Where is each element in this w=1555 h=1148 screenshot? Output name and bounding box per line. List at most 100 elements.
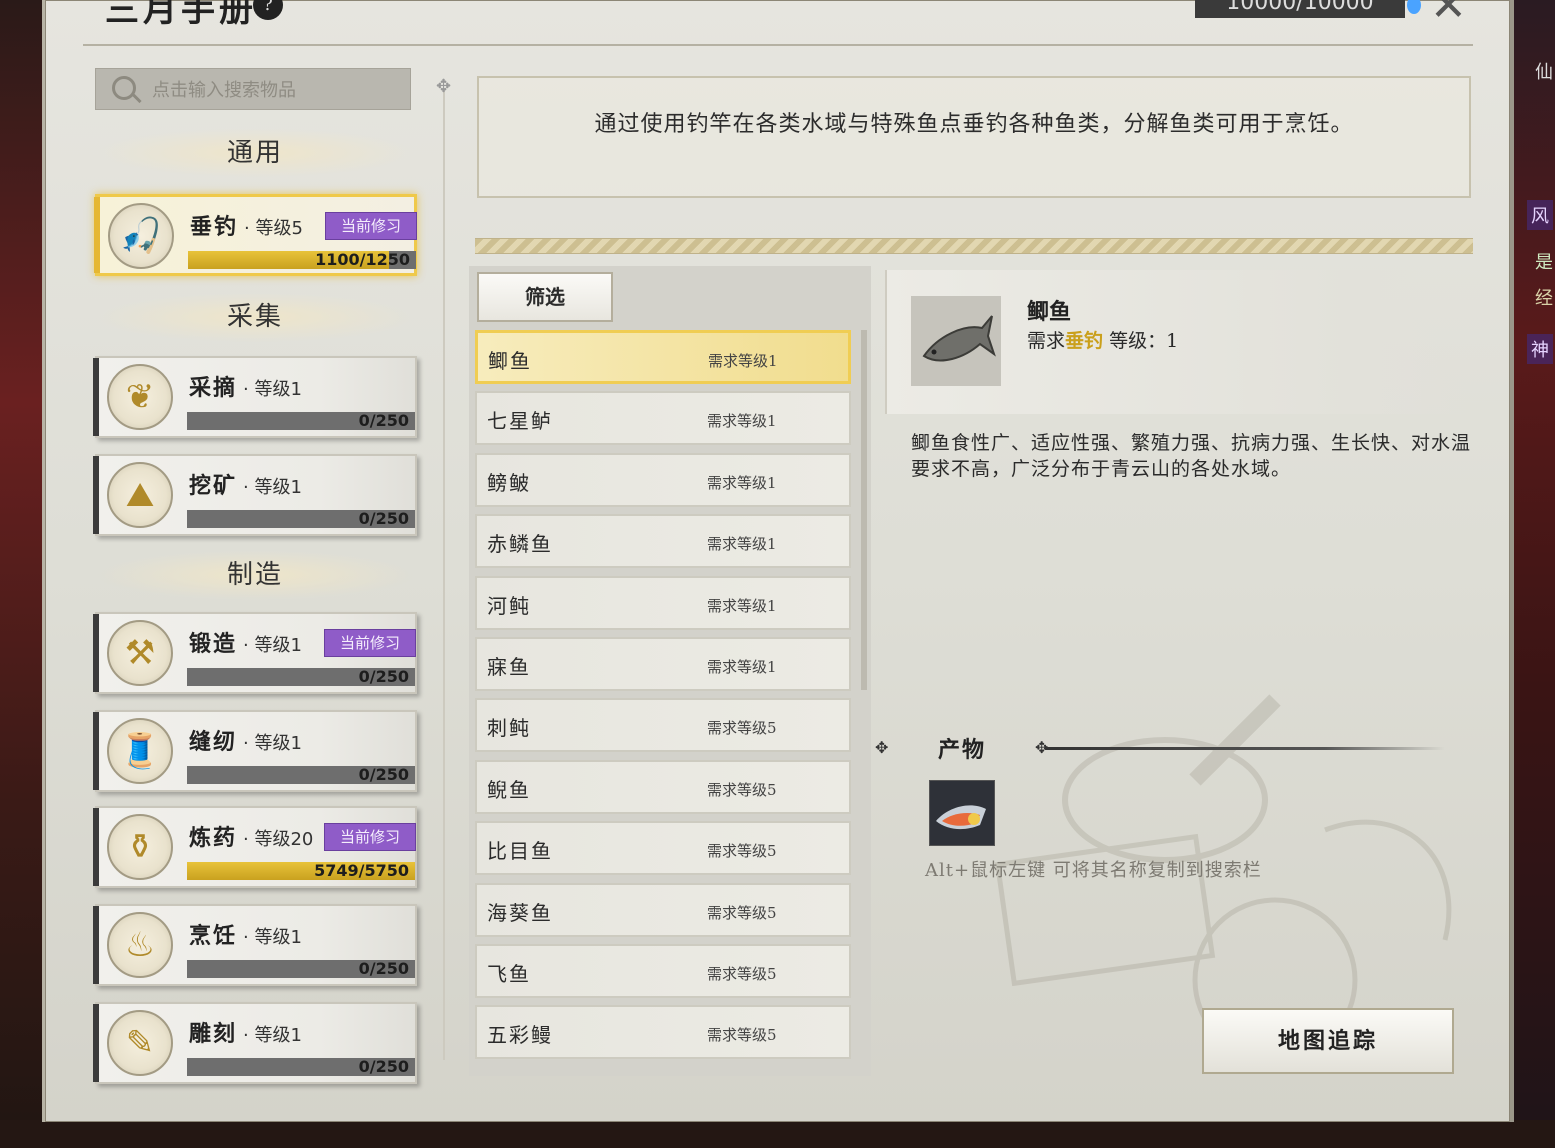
herb-icon: ❦ (107, 364, 173, 430)
skill-card[interactable]: ❦ 采摘 · 等级1 0/250 (93, 356, 417, 438)
profession-panel: 三月手册 ? 10000/10000 ✕ 通用 采集 制造 🎣垂钓· 等级5当前… (42, 0, 1514, 1122)
fish-name: 五彩鳗 (487, 1023, 553, 1048)
skill-card[interactable]: 🧵 缝纫 · 等级1 0/250 (93, 710, 417, 792)
skill-progress-text: 5749/5750 (314, 861, 409, 880)
help-icon[interactable]: ? (253, 0, 283, 20)
list-item[interactable]: 河鲀 需求等级1 (475, 575, 851, 630)
skill-card-accent (93, 456, 99, 534)
side-label: 经 (1535, 288, 1553, 309)
list-item[interactable]: 刺鲀 需求等级5 (475, 698, 851, 753)
fish-requirement: 需求等级1 (708, 352, 778, 370)
skill-name: 缝纫 (189, 729, 238, 755)
skill-progress-bar: 0/250 (187, 766, 415, 784)
skill-level: · 等级1 (243, 635, 302, 656)
list-scrollbar[interactable] (861, 330, 867, 690)
list-item[interactable]: 鲵鱼 需求等级5 (475, 759, 851, 814)
search-icon (112, 76, 136, 100)
fish-name: 鲫鱼 (488, 349, 532, 373)
profession-description: 通过使用钓竿在各类水域与特殊鱼点垂钓各种鱼类，分解鱼类可用于烹饪。 (477, 76, 1471, 198)
fish-name: 鳑鲏 (487, 470, 531, 495)
divider-ornament-icon: ✥ (436, 76, 452, 97)
list-item[interactable]: 鲫鱼 需求等级1 (475, 330, 851, 384)
fish-name: 刺鲀 (487, 716, 531, 741)
skill-progress-text: 1100/1250 (315, 250, 410, 269)
current-study-badge: 当前修习 (324, 629, 416, 657)
search-box (95, 68, 411, 111)
fish-name: 海葵鱼 (487, 900, 553, 925)
skill-name: 锻造 (189, 631, 238, 657)
skill-progress-text: 0/250 (358, 411, 409, 430)
fish-fillet-image (936, 805, 986, 830)
fish-fillet-icon[interactable] (929, 780, 995, 846)
skill-name: 雕刻 (189, 1021, 238, 1047)
filter-button[interactable]: 筛选 (477, 272, 613, 322)
list-item[interactable]: 五彩鳗 需求等级5 (475, 1005, 851, 1060)
skill-progress-text: 0/250 (358, 765, 409, 784)
skill-card[interactable]: 🎣 垂钓 · 等级5 当前修习 1100/1250 (94, 194, 417, 276)
fish-list: 筛选 鲫鱼 需求等级1 七星鲈 需求等级1 鳑鲏 需求等级1 赤鳞鱼 需求等级1 河鲀 需求等级1… (469, 266, 871, 1076)
category-gather: 采集 (95, 292, 415, 342)
requirement-skill: 垂钓 (1065, 330, 1104, 352)
skill-progress-bar: 5749/5750 (187, 862, 415, 880)
cooking-icon: ♨ (107, 912, 173, 978)
side-label: 仙 (1535, 62, 1553, 83)
list-item[interactable]: 比目鱼 需求等级5 (475, 821, 851, 876)
fish-image (922, 315, 996, 362)
list-item[interactable]: 海葵鱼 需求等级5 (475, 882, 851, 937)
skill-card[interactable]: ⛰ 挖矿 · 等级1 0/250 (93, 454, 417, 536)
output-divider (1045, 747, 1445, 750)
ore-icon: ⛰ (107, 462, 173, 528)
skill-card[interactable]: ✎ 雕刻 · 等级1 0/250 (93, 1002, 417, 1084)
list-item[interactable]: 七星鲈 需求等级1 (475, 391, 851, 446)
close-icon[interactable]: ✕ (1430, 0, 1467, 31)
fish-requirement: 需求等级1 (707, 412, 777, 431)
skill-progress-bar: 0/250 (187, 510, 415, 528)
skill-progress-text: 0/250 (358, 509, 409, 528)
fish-requirement: 需求等级5 (707, 780, 777, 799)
skill-name: 挖矿 (189, 473, 238, 499)
fish-name: 比目鱼 (487, 839, 553, 864)
fish-requirement: 需求等级5 (707, 903, 777, 922)
list-item[interactable]: 鳑鲏 需求等级1 (475, 452, 851, 507)
skill-progress-text: 0/250 (358, 1057, 409, 1076)
fish-name: 鲵鱼 (487, 777, 531, 802)
category-general: 通用 (95, 128, 415, 178)
skill-progress-bar: 0/250 (187, 668, 415, 686)
skill-card[interactable]: ♨ 烹饪 · 等级1 0/250 (93, 904, 417, 986)
skill-card[interactable]: ⚒ 锻造 · 等级1 当前修习 0/250 (93, 612, 417, 694)
list-item[interactable]: 寐鱼 需求等级1 (475, 637, 851, 691)
skill-level: · 等级1 (243, 1025, 302, 1046)
game-background-bottom (0, 1120, 1555, 1148)
skill-card[interactable]: ⚱ 炼药 · 等级20 当前修习 5749/5750 (93, 806, 417, 888)
output-title: 产物 (938, 737, 987, 763)
skill-name: 垂钓 (190, 214, 239, 240)
currency-display: 10000/10000 (1195, 0, 1405, 18)
fishing-icon: 🎣 (108, 203, 174, 269)
skill-card-accent (93, 712, 99, 790)
skill-name: 炼药 (189, 825, 238, 851)
list-item[interactable]: 赤鳞鱼 需求等级1 (475, 514, 851, 569)
fish-requirement: 需求等级5 (707, 719, 777, 738)
skill-level: · 等级20 (243, 829, 314, 850)
current-study-badge: 当前修习 (324, 823, 416, 851)
fish-name: 七星鲈 (487, 409, 553, 434)
carp-fish-icon (911, 296, 1001, 386)
current-study-badge: 当前修习 (325, 212, 417, 240)
thread-icon: 🧵 (107, 718, 173, 784)
skill-level: · 等级5 (244, 218, 303, 239)
fish-name: 飞鱼 (487, 962, 531, 986)
decorative-band (475, 238, 1473, 254)
skill-progress-bar: 0/250 (187, 1058, 415, 1076)
copy-hint: Alt+鼠标左键 可将其名称复制到搜索栏 (925, 860, 1262, 881)
fish-requirement: 需求等级5 (707, 842, 777, 861)
fish-requirement: 需求等级5 (707, 1026, 777, 1045)
requirement-level: 等级：1 (1109, 330, 1179, 352)
requirement-prefix: 需求 (1027, 330, 1066, 352)
item-detail-header: 鲫鱼 需求垂钓 等级：1 (885, 270, 1467, 414)
side-label: 是 (1535, 252, 1553, 273)
list-item[interactable]: 飞鱼 需求等级5 (475, 944, 851, 998)
map-tracking-button[interactable]: 地图追踪 (1202, 1008, 1454, 1074)
search-input[interactable] (150, 69, 404, 111)
skill-level: · 等级1 (243, 733, 302, 754)
fish-requirement: 需求等级5 (707, 965, 777, 983)
